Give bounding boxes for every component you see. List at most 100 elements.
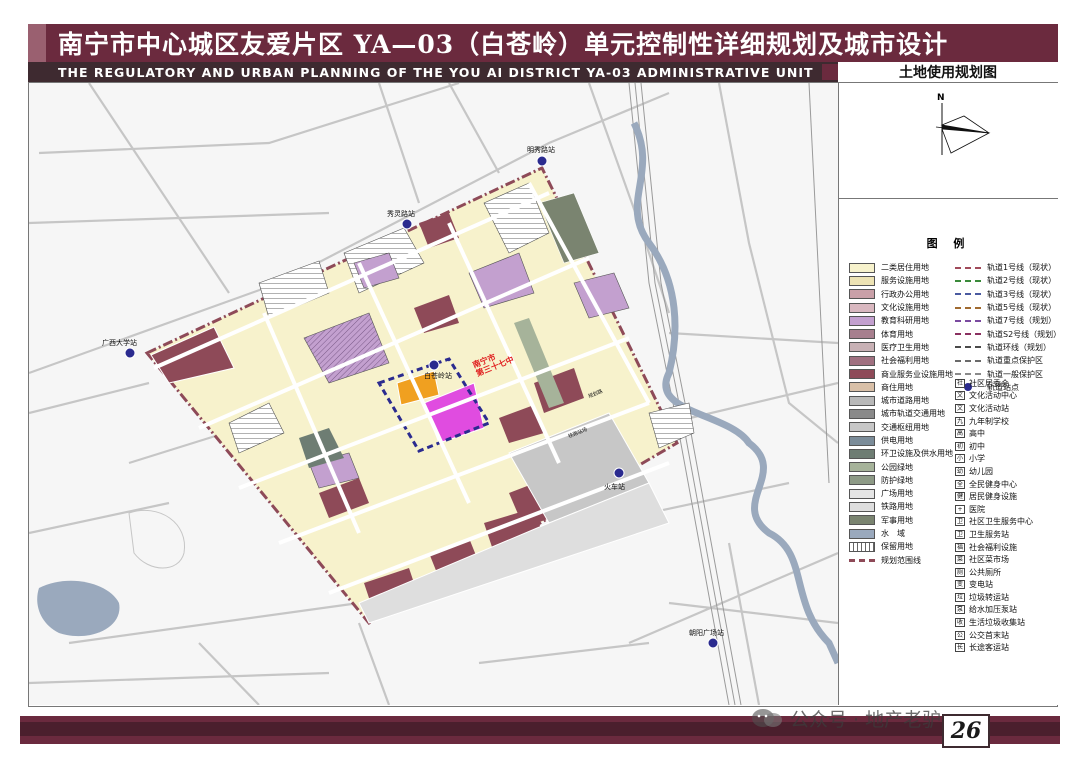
station-xiuling (401, 218, 413, 230)
legend-item-facility: 幼幼儿园 (955, 465, 1033, 478)
legend-swatch (849, 541, 875, 552)
lake (37, 580, 120, 637)
facility-icon: 福 (955, 542, 965, 552)
station-chaoyang (707, 637, 719, 649)
legend-swatch (849, 501, 875, 512)
legend-title: 图 例 (926, 237, 971, 250)
wechat-icon (750, 707, 784, 729)
legend-swatch (849, 448, 875, 459)
legend-facilities: 社社区居委会文文化活动中心文文化活动站九九年制学校高高中初初中小小学幼幼儿园全全… (955, 377, 1033, 654)
facility-icon: 全 (955, 479, 965, 489)
legend-label: 环卫设施及供水用地 (881, 449, 953, 459)
facility-icon: 小 (955, 454, 965, 464)
legend-item-land-use: 城市道路用地 (849, 394, 953, 407)
legend-label: 供电用地 (881, 436, 913, 445)
facility-icon: 厕 (955, 567, 965, 577)
legend-label: 文化活动站 (969, 403, 1009, 413)
subtitle-square-decor (822, 64, 838, 80)
legend-line (955, 303, 981, 313)
legend-item-facility: 垃垃圾转运站 (955, 591, 1033, 604)
legend-label: 轨道重点保护区 (987, 356, 1043, 366)
station-guangxi-univ (124, 347, 136, 359)
legend-label: 幼儿园 (969, 466, 993, 476)
title-tab-decor (28, 24, 46, 62)
legend-item-land-use: 防护绿地 (849, 474, 953, 487)
legend-label: 商住用地 (881, 382, 913, 392)
legend-label: 小学 (969, 454, 985, 464)
legend-label: 广场用地 (881, 489, 913, 499)
watermark-text: 公众号 · 地产老驴 (790, 708, 942, 731)
legend-swatch (849, 488, 875, 499)
legend-label: 轨道1号线（现状） (987, 263, 1057, 273)
legend-item-transit: 轨道重点保护区 (955, 354, 1061, 367)
legend-item-facility: 卫社区卫生服务中心 (955, 516, 1033, 529)
legend-item-facility: 福社会福利设施 (955, 541, 1033, 554)
legend-line (955, 356, 981, 366)
legend-item-facility: 全全民健身中心 (955, 478, 1033, 491)
legend-item-facility: 高高中 (955, 427, 1033, 440)
facility-icon: 高 (955, 429, 965, 439)
legend-item-transit: 轨道2号线（现状） (955, 274, 1061, 287)
legend-swatch (849, 315, 875, 326)
legend-transit: 轨道1号线（现状） 轨道2号线（现状） 轨道3号线（现状） 轨道5号线（现状） 轨道7号… (955, 261, 1061, 394)
legend-label: 公交首末站 (969, 630, 1009, 640)
legend-line (955, 289, 981, 299)
north-label: N (937, 93, 945, 103)
lake-2 (128, 509, 185, 569)
legend-label: 铁路用地 (881, 502, 913, 512)
compass-box: N (839, 83, 1058, 199)
legend-label: 轨道5号线（现状） (987, 303, 1057, 313)
legend-label: 体育用地 (881, 329, 913, 339)
legend-item-facility: 九九年制学校 (955, 415, 1033, 428)
legend-item-land-use: 军事用地 (849, 514, 953, 527)
legend-swatch (849, 435, 875, 446)
legend-item-facility: 菜社区菜市场 (955, 553, 1033, 566)
legend-item-land-use: 医疗卫生用地 (849, 341, 953, 354)
legend-label: 城市道路用地 (881, 396, 929, 406)
legend-swatch (849, 289, 875, 300)
legend-item-facility: 健居民健身设施 (955, 490, 1033, 503)
facility-icon: 变 (955, 580, 965, 590)
map-area[interactable]: 明秀路站 秀灵路站 广西大学站 白苍岭站 火车站 朝阳广场站 南宁市第三十七中 … (29, 83, 838, 705)
legend-item-facility: + 医院 (955, 503, 1033, 516)
facility-icon: 收 (955, 618, 965, 628)
legend-item-land-use: 水 域 (849, 527, 953, 540)
legend-swatch (849, 395, 875, 406)
legend-item-facility: 文文化活动中心 (955, 390, 1033, 403)
facility-icon: 菜 (955, 555, 965, 565)
legend-item-transit: 轨道S2号线（规划） (955, 327, 1061, 340)
legend-label: 长途客运站 (969, 643, 1009, 653)
legend-label: 水 域 (881, 529, 905, 539)
legend-item-transit: 轨道7号线（规划） (955, 314, 1061, 327)
legend-label: 垃圾转运站 (969, 592, 1009, 602)
legend-item-facility: 公公交首末站 (955, 629, 1033, 642)
legend-label: 居民健身设施 (969, 492, 1017, 502)
legend-label: 初中 (969, 441, 985, 451)
legend-swatch (849, 329, 875, 340)
legend-label: 轨道环线（规划） (987, 342, 1051, 352)
legend-label: 变电站 (969, 580, 993, 590)
page-title: 南宁市中心城区友爱片区 YA—03（白苍岭）单元控制性详细规划及城市设计 (58, 30, 949, 59)
legend-item-land-use: 交通枢纽用地 (849, 421, 953, 434)
legend-label: 城市轨道交通用地 (881, 409, 945, 419)
legend-label: 轨道3号线（现状） (987, 289, 1057, 299)
legend-item-land-use: 环卫设施及供水用地 (849, 447, 953, 460)
legend-label: 服务设施用地 (881, 276, 929, 286)
legend-item-transit: 轨道5号线（现状） (955, 301, 1061, 314)
legend-item-transit: 轨道1号线（现状） (955, 261, 1061, 274)
legend-swatch (849, 558, 875, 562)
page-number: 26 (942, 714, 990, 748)
station-baicangling (428, 359, 440, 371)
facility-icon: 公 (955, 630, 965, 640)
legend-line (955, 276, 981, 286)
station-railway (613, 467, 625, 479)
legend-swatch (849, 408, 875, 419)
facility-icon: 文 (955, 391, 965, 401)
station-label-guangxi-univ: 广西大学站 (102, 338, 137, 347)
legend-item-land-use: 行政办公用地 (849, 288, 953, 301)
legend-item-land-use: 规划范围线 (849, 554, 953, 567)
facility-icon: 长 (955, 643, 965, 653)
legend-swatch (849, 302, 875, 313)
legend-label: 保留用地 (881, 542, 913, 552)
legend-label: 生活垃圾收集站 (969, 618, 1025, 628)
